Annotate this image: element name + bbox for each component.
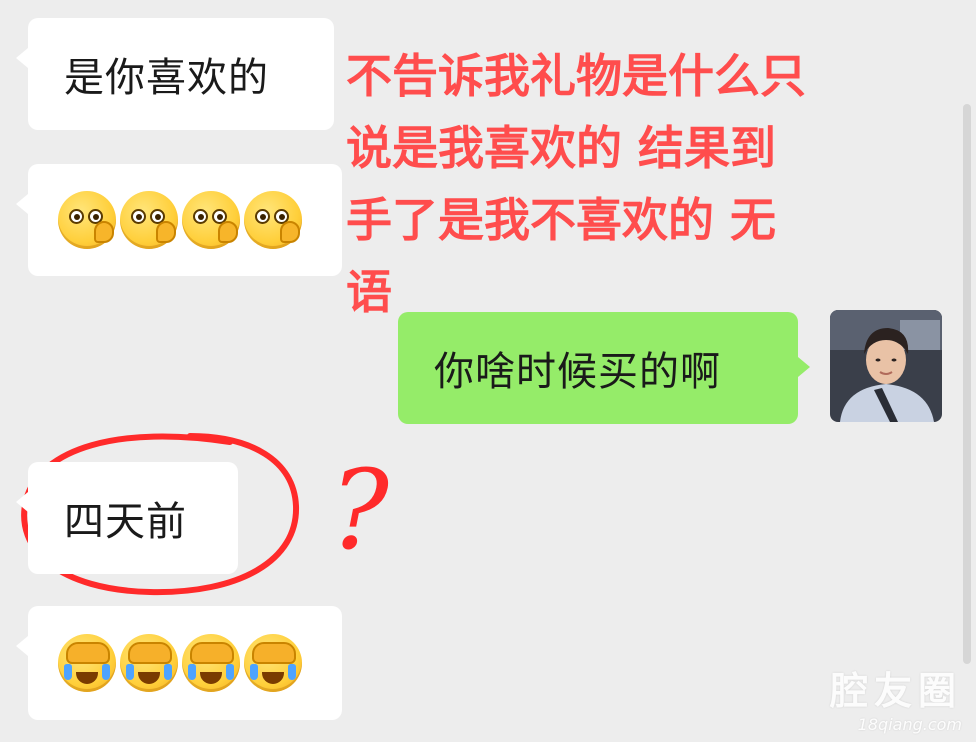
- chat-screen: { "messages": [ {"side": "left", "text":…: [0, 0, 976, 742]
- facepalm-crying-icon: [244, 634, 302, 692]
- message-bubble-sent[interactable]: 你啥时候买的啊: [398, 312, 810, 424]
- message-text: 是你喜欢的: [64, 55, 269, 101]
- facepalm-crying-icon: [58, 634, 116, 692]
- avatar-photo-icon: [830, 310, 942, 422]
- peeking-face-icon: [58, 191, 116, 249]
- message-bubble-received[interactable]: 四天前: [16, 462, 238, 574]
- facepalm-crying-icon: [120, 634, 178, 692]
- scrollbar[interactable]: [963, 104, 971, 664]
- peeking-face-icon: [120, 191, 178, 249]
- avatar[interactable]: [830, 310, 942, 422]
- message-text: 你啥时候买的啊: [434, 349, 721, 395]
- emoji-row: [58, 191, 302, 249]
- watermark: 腔友圈 18qiang.com: [830, 660, 962, 734]
- question-mark-annotation: ?: [330, 446, 390, 574]
- emoji-row: [58, 634, 302, 692]
- peeking-face-icon: [244, 191, 302, 249]
- red-annotation-text: 不告诉我礼物是什么只 说是我喜欢的 结果到 手了是我不喜欢的 无 语: [346, 49, 806, 319]
- message-bubble-received[interactable]: [16, 164, 342, 276]
- watermark-logo: 腔友圈: [829, 669, 962, 713]
- message-text: 四天前: [64, 499, 187, 545]
- watermark-url: 18qiang.com: [857, 715, 962, 734]
- peeking-face-icon: [182, 191, 240, 249]
- facepalm-crying-icon: [182, 634, 240, 692]
- message-bubble-received[interactable]: [16, 606, 342, 720]
- message-bubble-received[interactable]: 是你喜欢的: [16, 18, 334, 130]
